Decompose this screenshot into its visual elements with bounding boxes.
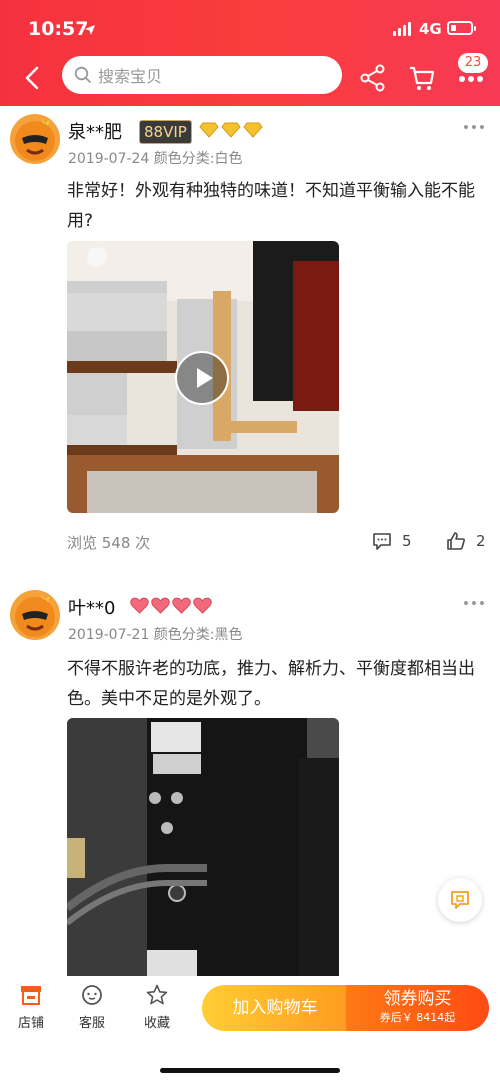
comment-icon — [373, 533, 391, 550]
favorite-label: 收藏 — [143, 1016, 170, 1031]
shop-icon — [21, 986, 41, 1005]
diamond-icon — [221, 122, 241, 138]
review-more-button[interactable] — [464, 601, 484, 607]
add-to-cart-label: 加入购物车 — [232, 998, 318, 1018]
back-button[interactable] — [18, 63, 48, 93]
service-tab[interactable]: 客服 — [67, 984, 117, 1031]
heart-icon — [193, 597, 212, 614]
bottom-bar: 店铺 客服 收藏 加入购物车 领券购买 券后￥ 8414起 — [0, 976, 500, 1082]
search-placeholder: 搜索宝贝 — [98, 67, 163, 86]
review-username: 泉**肥 — [68, 122, 122, 143]
review-video[interactable] — [67, 241, 339, 513]
diamond-icon — [199, 122, 219, 138]
question-bubble-icon — [451, 891, 469, 909]
review-item: 泉**肥 88VIP 2019-07-24 颜色分类:白色 非常好！外观有种独特… — [0, 106, 500, 566]
network-type: 4G — [419, 20, 442, 38]
service-label: 客服 — [78, 1016, 105, 1031]
like-count: 2 — [476, 532, 486, 550]
buy-button[interactable]: 领券购买 券后￥ 8414起 — [346, 985, 489, 1031]
top-header: 10:57 4G 搜索宝贝 23 — [0, 0, 500, 106]
shop-label: 店铺 — [17, 1016, 44, 1031]
diamond-icon — [243, 122, 263, 138]
review-item: 叶**0 2019-07-21 颜色分类:黑色 不得不服许老的功底，推力、解析力… — [0, 584, 500, 976]
more-dots-icon — [459, 76, 483, 82]
like-button[interactable]: 2 — [446, 531, 486, 551]
play-icon[interactable] — [175, 351, 229, 405]
cart-icon — [410, 66, 435, 90]
buy-label: 领券购买 — [383, 989, 452, 1009]
vip-badge: 88VIP — [139, 120, 192, 144]
star-icon — [146, 984, 168, 1005]
user-rank — [130, 597, 212, 614]
cart-button[interactable] — [408, 64, 436, 92]
cart-count-badge: 23 — [458, 53, 488, 73]
customer-service-icon — [82, 985, 102, 1005]
search-input[interactable]: 搜索宝贝 — [62, 56, 342, 94]
location-arrow-icon — [84, 21, 96, 40]
comment-button[interactable]: 5 — [372, 531, 412, 551]
comment-count: 5 — [402, 532, 412, 550]
add-to-cart-button[interactable]: 加入购物车 — [202, 985, 348, 1031]
heart-icon — [151, 597, 170, 614]
user-rank — [199, 122, 263, 138]
thumbs-up-icon — [447, 532, 465, 550]
view-count: 浏览 548 次 — [67, 534, 151, 552]
qa-float-button[interactable] — [438, 878, 482, 922]
review-meta: 2019-07-21 颜色分类:黑色 — [68, 627, 243, 643]
battery-icon — [447, 21, 476, 35]
review-image[interactable] — [67, 718, 339, 976]
review-more-button[interactable] — [464, 125, 484, 131]
shop-tab[interactable]: 店铺 — [6, 984, 56, 1031]
search-icon — [74, 66, 92, 84]
signal-icon — [393, 22, 411, 36]
share-icon — [360, 64, 385, 92]
buy-price-label: 券后￥ 8414起 — [379, 1011, 456, 1024]
review-username: 叶**0 — [68, 598, 116, 619]
favorite-tab[interactable]: 收藏 — [132, 984, 182, 1031]
review-content: 不得不服许老的功底，推力、解析力、平衡度都相当出色。美中不足的是外观了。 — [67, 659, 475, 709]
avatar[interactable] — [10, 114, 60, 164]
avatar[interactable] — [10, 590, 60, 640]
heart-icon — [172, 597, 191, 614]
review-content: 非常好！外观有种独特的味道！不知道平衡输入能不能用? — [67, 181, 475, 231]
heart-icon — [130, 597, 149, 614]
share-button[interactable] — [360, 64, 386, 92]
home-indicator — [160, 1068, 340, 1073]
status-time: 10:57 — [28, 18, 89, 40]
status-bar: 10:57 4G — [0, 0, 500, 56]
review-meta: 2019-07-24 颜色分类:白色 — [68, 151, 243, 167]
